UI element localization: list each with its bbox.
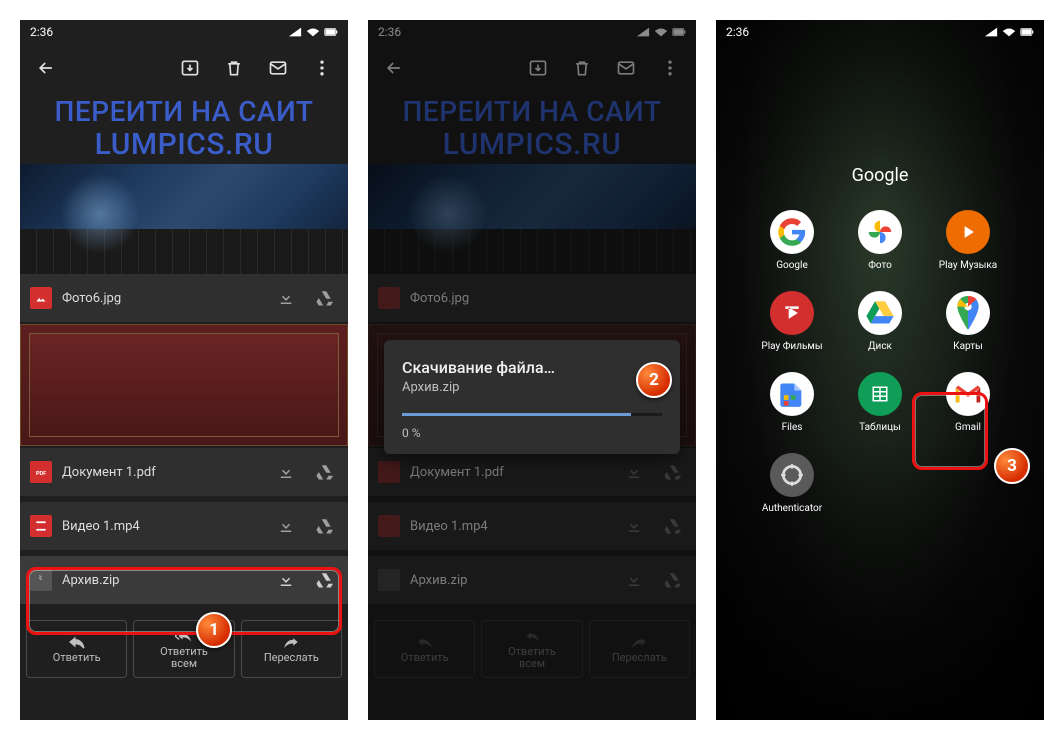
back-icon[interactable] — [28, 50, 64, 86]
pdf-preview[interactable] — [20, 324, 348, 446]
status-bar: 2:36 — [20, 20, 348, 44]
download-icon[interactable] — [272, 458, 300, 486]
attachment-photo[interactable]: Фото6.jpg — [20, 274, 348, 322]
reply-button[interactable]: Ответить — [26, 620, 127, 678]
folder-title: Google — [716, 165, 1044, 186]
more-icon[interactable] — [304, 50, 340, 86]
app-grid: Google Фото Play Музыка Play Фильмы Диск — [756, 210, 1004, 514]
video-file-icon — [30, 515, 52, 537]
download-icon[interactable] — [272, 512, 300, 540]
play-music-icon — [946, 210, 990, 254]
app-drive[interactable]: Диск — [844, 291, 916, 352]
attachment-document[interactable]: PDF Документ 1.pdf — [20, 448, 348, 496]
status-bar: 2:36 — [716, 20, 1044, 44]
attachment-video[interactable]: Видео 1.mp4 — [20, 502, 348, 550]
dialog-title: Скачивание файла… — [402, 358, 662, 377]
image-file-icon — [30, 287, 52, 309]
archive-icon[interactable] — [172, 50, 208, 86]
email-body: ПЕРЕИТИ НА САИТ LUMPICS.RU Фото6.jpg PDF… — [20, 92, 348, 720]
app-google[interactable]: Google — [756, 210, 828, 271]
link-line1[interactable]: ПЕРЕИТИ НА САИТ — [20, 92, 348, 130]
svg-text:PDF: PDF — [36, 471, 46, 477]
app-label: Files — [782, 422, 803, 433]
app-label: Диск — [868, 341, 892, 352]
app-photos[interactable]: Фото — [844, 210, 916, 271]
app-label: Gmail — [955, 422, 981, 433]
app-label: Google — [776, 260, 808, 271]
status-time: 2:36 — [726, 25, 749, 39]
app-label: Таблицы — [859, 422, 901, 433]
app-maps[interactable]: Карты — [932, 291, 1004, 352]
app-label: Authenticator — [762, 503, 822, 514]
screenshot-1: 2:36 ПЕРЕИТИ НА САИТ LUMPICS.RU — [20, 20, 348, 720]
callout-badge-3: 3 — [994, 448, 1030, 484]
status-time: 2:36 — [30, 25, 53, 39]
forward-button[interactable]: Переслать — [241, 620, 342, 678]
toolbar — [20, 44, 348, 92]
app-files[interactable]: Files — [756, 372, 828, 433]
drive-icon[interactable] — [310, 512, 338, 540]
app-authenticator[interactable]: Authenticator — [756, 453, 828, 514]
play-films-icon — [770, 291, 814, 335]
app-gmail[interactable]: Gmail — [932, 372, 1004, 433]
download-icon[interactable] — [272, 566, 300, 594]
zip-file-icon — [30, 569, 52, 591]
progress-bar — [402, 413, 662, 416]
drive-icon — [858, 291, 902, 335]
screenshot-2: 2:36 ПЕРЕИТИ НА САИТ LUMPICS.RU Фото6.jp… — [368, 20, 696, 720]
status-icons — [984, 26, 1034, 38]
reply-label: Ответить — [53, 651, 101, 664]
screenshot-3: 2:36 Google Google Фото Play Музыка — [716, 20, 1044, 720]
reply-bar: Ответить Ответить всем Переслать — [20, 614, 348, 684]
callout-badge-2: 2 — [636, 362, 672, 398]
file-name: Фото6.jpg — [62, 291, 262, 306]
gmail-icon — [946, 372, 990, 416]
sheets-icon — [858, 372, 902, 416]
file-name: Видео 1.mp4 — [62, 519, 262, 534]
progress-percent: 0 % — [402, 426, 662, 440]
download-icon[interactable] — [272, 284, 300, 312]
photos-icon — [858, 210, 902, 254]
file-name: Архив.zip — [62, 573, 262, 588]
download-dialog: Скачивание файла… Архив.zip 0 % — [384, 340, 680, 454]
pdf-file-icon: PDF — [30, 461, 52, 483]
dialog-filename: Архив.zip — [402, 380, 662, 395]
app-label: Play Музыка — [939, 260, 997, 271]
drive-icon[interactable] — [310, 566, 338, 594]
link-line2[interactable]: LUMPICS.RU — [20, 130, 348, 164]
drive-icon[interactable] — [310, 284, 338, 312]
app-play-music[interactable]: Play Музыка — [932, 210, 1004, 271]
reply-all-label-l2: всем — [171, 657, 197, 670]
maps-icon — [946, 291, 990, 335]
status-icons — [288, 26, 338, 38]
attachment-archive[interactable]: Архив.zip — [20, 556, 348, 604]
google-icon — [770, 210, 814, 254]
app-label: Карты — [953, 341, 983, 352]
delete-icon[interactable] — [216, 50, 252, 86]
app-label: Play Фильмы — [761, 341, 822, 352]
drive-icon[interactable] — [310, 458, 338, 486]
file-name: Документ 1.pdf — [62, 465, 262, 480]
authenticator-icon — [770, 453, 814, 497]
mail-icon[interactable] — [260, 50, 296, 86]
app-sheets[interactable]: Таблицы — [844, 372, 916, 433]
app-label: Фото — [868, 260, 892, 271]
forward-label: Переслать — [264, 651, 319, 664]
files-icon — [770, 372, 814, 416]
image-attachment-preview[interactable] — [20, 164, 348, 274]
callout-badge-1: 1 — [196, 612, 232, 648]
app-play-films[interactable]: Play Фильмы — [756, 291, 828, 352]
